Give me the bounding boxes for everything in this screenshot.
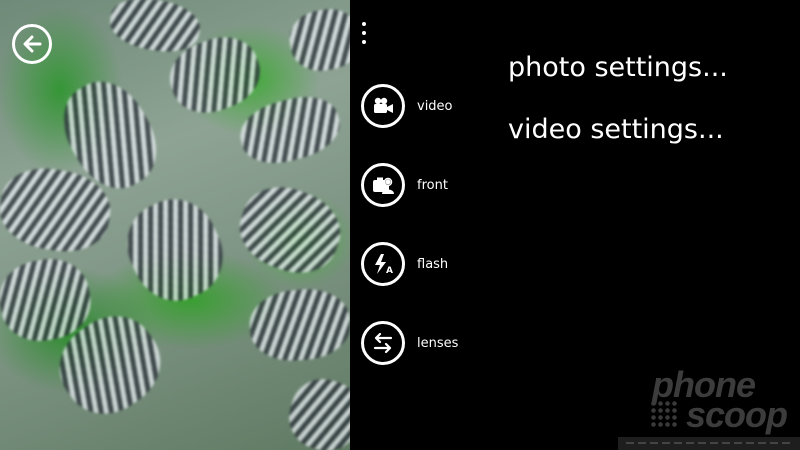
front-camera-button[interactable]: front — [361, 163, 448, 207]
more-dot — [362, 31, 366, 35]
zebra-blur — [285, 4, 350, 76]
flash-auto-icon: A — [361, 242, 405, 286]
more-dots-icon — [362, 22, 366, 26]
video-mode-label: video — [417, 98, 453, 114]
zebra-blur — [229, 175, 350, 285]
flash-label: flash — [417, 256, 449, 272]
zebra-blur — [233, 88, 347, 172]
zebra-blur — [113, 185, 237, 315]
lenses-button[interactable]: lenses — [361, 321, 458, 365]
back-button[interactable] — [12, 24, 52, 64]
video-mode-button[interactable]: video — [361, 84, 453, 128]
watermark-dot-grid — [650, 400, 678, 428]
front-camera-label: front — [417, 177, 448, 193]
arrow-left-icon — [23, 35, 42, 53]
camera-viewfinder[interactable] — [0, 0, 350, 450]
zebra-blur — [247, 285, 350, 365]
lenses-label: lenses — [417, 335, 459, 351]
flash-button[interactable]: A flash — [361, 242, 448, 286]
bottom-strip — [618, 437, 800, 450]
more-options-button[interactable] — [358, 22, 370, 48]
watermark-line2: scoop — [686, 394, 788, 435]
zebra-blur — [282, 372, 350, 450]
video-camera-icon — [361, 84, 405, 128]
svg-text:A: A — [386, 266, 393, 276]
phonescoop-watermark: phone scoop — [642, 364, 792, 435]
swap-arrows-icon — [361, 321, 405, 365]
more-dot — [362, 40, 366, 44]
front-camera-icon — [361, 163, 405, 207]
video-settings-link[interactable]: video settings... — [508, 114, 724, 145]
photo-settings-link[interactable]: photo settings... — [508, 52, 728, 83]
